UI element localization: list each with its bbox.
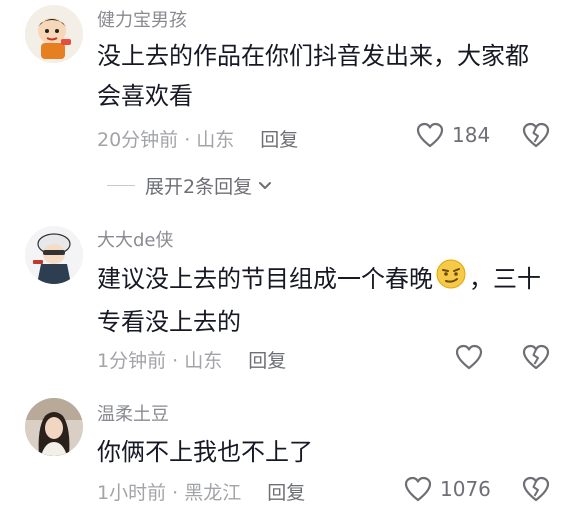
like-button[interactable]: 1076 — [404, 476, 491, 502]
comment-meta: 20分钟前 · 山东 回复 — [97, 125, 298, 152]
comment-item: 大大de侠 建议没上去的节目组成一个春晚 ，三十专看没上去的 1分钟前 · 山东 回… — [0, 218, 576, 378]
chevron-down-icon — [259, 181, 272, 189]
broken-heart-icon — [522, 344, 550, 370]
like-count: 184 — [452, 123, 491, 147]
time-location: 1分钟前 · 山东 — [97, 350, 223, 372]
anime-character-avatar-icon — [25, 226, 83, 284]
broken-heart-icon — [522, 122, 550, 148]
expand-replies-button[interactable]: 展开2条回复 — [107, 172, 272, 199]
comment-meta: 1分钟前 · 山东 回复 — [97, 346, 286, 373]
reply-button[interactable]: 回复 — [248, 350, 286, 372]
comment-item: 温柔土豆 你俩不上我也不上了 1小时前 · 黑龙江 回复 1076 — [0, 390, 576, 506]
like-button[interactable] — [455, 344, 491, 370]
like-count: 1076 — [440, 477, 491, 501]
avatar[interactable] — [25, 226, 83, 284]
time-location: 1小时前 · 黑龙江 — [97, 482, 242, 504]
dislike-button[interactable] — [522, 122, 550, 152]
cartoon-boy-avatar-icon — [25, 5, 83, 63]
heart-icon — [455, 344, 483, 370]
comment-text-part: 建议没上去的节目组成一个春晚 — [97, 265, 433, 293]
username[interactable]: 温柔土豆 — [97, 400, 169, 426]
comment-text: 你俩不上我也不上了 — [97, 438, 313, 466]
broken-heart-icon — [522, 476, 550, 502]
dislike-button[interactable] — [522, 476, 550, 506]
expand-label: 展开2条回复 — [145, 176, 253, 198]
username[interactable]: 大大de侠 — [97, 226, 174, 252]
avatar[interactable] — [25, 398, 83, 456]
avatar[interactable] — [25, 5, 83, 63]
smirk-emoji-icon — [435, 258, 467, 302]
time-location: 20分钟前 · 山东 — [97, 129, 235, 151]
reply-button[interactable]: 回复 — [267, 482, 305, 504]
heart-icon — [416, 122, 444, 148]
reply-button[interactable]: 回复 — [260, 129, 298, 151]
girl-photo-avatar-icon — [25, 398, 83, 456]
heart-icon — [404, 476, 432, 502]
comment-item: 健力宝男孩 没上去的作品在你们抖音发出来，大家都会喜欢看 20分钟前 · 山东 回… — [0, 0, 576, 200]
dislike-button[interactable] — [522, 344, 550, 374]
username[interactable]: 健力宝男孩 — [97, 6, 187, 32]
comment-text: 没上去的作品在你们抖音发出来，大家都会喜欢看 — [97, 42, 529, 110]
divider — [107, 185, 135, 186]
like-button[interactable]: 184 — [416, 122, 490, 148]
comment-meta: 1小时前 · 黑龙江 回复 — [97, 478, 305, 505]
comment-text: 建议没上去的节目组成一个春晚 ，三十专看没上去的 — [97, 258, 547, 342]
